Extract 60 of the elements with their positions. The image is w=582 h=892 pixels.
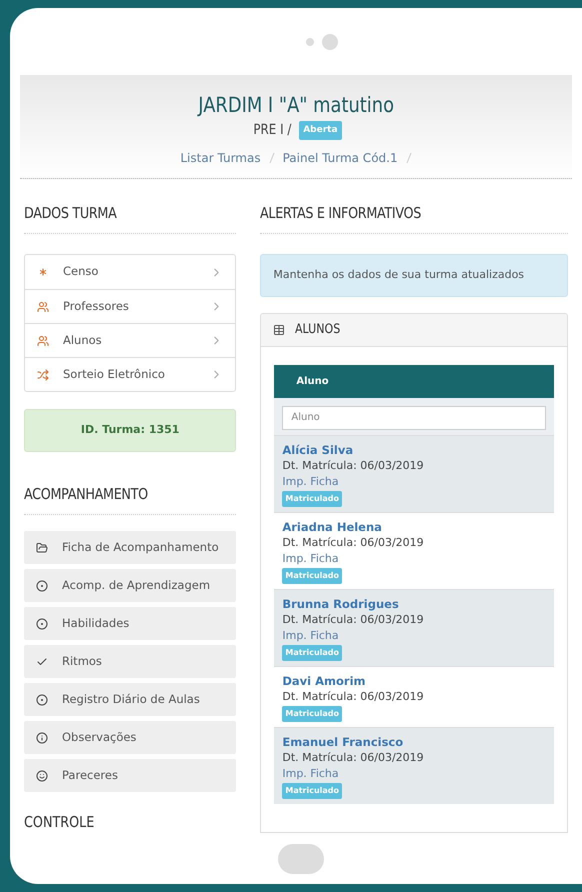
users-icon bbox=[37, 334, 49, 346]
panel-title: ALUNOS bbox=[295, 321, 341, 340]
print-link[interactable]: Imp. Ficha bbox=[282, 628, 339, 644]
class-level: PRE I / bbox=[254, 121, 292, 140]
section-heading: DADOS TURMA bbox=[24, 203, 117, 224]
student-name-link[interactable]: Alícia Silva bbox=[282, 442, 354, 458]
dot-icon bbox=[36, 580, 48, 592]
class-title: JARDIM I "A" matutino bbox=[198, 92, 394, 119]
status-badge: Matriculado bbox=[282, 568, 342, 584]
menu-item[interactable]: Alunos bbox=[25, 323, 236, 357]
slash-icon bbox=[406, 152, 412, 164]
menu-item[interactable]: Sorteio Eletrônico bbox=[25, 357, 236, 391]
status-badge: Matriculado bbox=[282, 782, 342, 798]
column-header[interactable]: Aluno bbox=[274, 365, 554, 398]
class-id-box: ID. Turma: 1351 bbox=[24, 409, 236, 452]
student-name-link[interactable]: Ariadna Helena bbox=[282, 518, 382, 534]
student-name-link[interactable]: Davi Amorim bbox=[282, 672, 366, 688]
check-icon bbox=[36, 656, 48, 668]
slash-icon bbox=[268, 152, 275, 164]
breadcrumb-link[interactable]: Painel Turma Cód.1 bbox=[282, 149, 398, 167]
shuffle-icon bbox=[37, 368, 49, 380]
filter-field[interactable]: Aluno bbox=[282, 406, 546, 430]
smile-icon bbox=[36, 770, 48, 782]
print-link[interactable]: Imp. Ficha bbox=[282, 550, 339, 566]
menu-item[interactable]: Censo bbox=[25, 255, 236, 289]
menu-item[interactable]: Observações bbox=[24, 721, 236, 754]
camera-lens-icon bbox=[322, 34, 338, 50]
status-badge: Matriculado bbox=[282, 490, 342, 506]
breadcrumb-link[interactable]: Listar Turmas bbox=[180, 149, 261, 167]
menu-item[interactable]: Habilidades bbox=[24, 607, 236, 640]
print-link[interactable]: Imp. Ficha bbox=[282, 474, 339, 490]
student-name-link[interactable]: Brunna Rodrigues bbox=[282, 596, 399, 612]
menu-item[interactable]: Acomp. de Aprendizagem bbox=[24, 569, 236, 602]
folder-icon bbox=[36, 542, 48, 554]
dot-icon bbox=[36, 618, 48, 630]
section-heading: ALERTAS E INFORMATIVOS bbox=[260, 203, 422, 224]
enrollment-date: Dt. Matrícula: 06/03/2019 bbox=[282, 612, 424, 628]
section-heading: CONTROLE bbox=[24, 812, 94, 833]
asterisk-icon bbox=[37, 266, 49, 278]
section-heading: ACOMPANHAMENTO bbox=[24, 484, 148, 505]
menu-item[interactable]: Ficha de Acompanhamento bbox=[24, 531, 236, 564]
home-button[interactable] bbox=[278, 844, 324, 874]
enrollment-date: Dt. Matrícula: 06/03/2019 bbox=[282, 750, 424, 766]
menu-item[interactable]: Ritmos bbox=[24, 645, 236, 678]
status-badge: Aberta bbox=[299, 120, 342, 140]
student-name-link[interactable]: Emanuel Francisco bbox=[282, 734, 404, 750]
enrollment-date: Dt. Matrícula: 06/03/2019 bbox=[282, 688, 424, 704]
status-badge: Matriculado bbox=[282, 706, 342, 722]
dot-icon bbox=[36, 694, 48, 706]
menu-item[interactable]: Pareceres bbox=[24, 759, 236, 792]
users-icon bbox=[37, 300, 49, 312]
menu-item[interactable]: Registro Diário de Aulas bbox=[24, 683, 236, 716]
status-badge: Matriculado bbox=[282, 644, 342, 660]
enrollment-date: Dt. Matrícula: 06/03/2019 bbox=[282, 534, 424, 550]
menu-item[interactable]: Professores bbox=[25, 289, 236, 323]
enrollment-date: Dt. Matrícula: 06/03/2019 bbox=[282, 458, 424, 474]
print-link[interactable]: Imp. Ficha bbox=[282, 766, 339, 782]
info-icon bbox=[36, 732, 48, 744]
info-alert: Mantenha os dados de sua turma atualizados bbox=[260, 254, 568, 297]
table-icon bbox=[273, 324, 286, 336]
